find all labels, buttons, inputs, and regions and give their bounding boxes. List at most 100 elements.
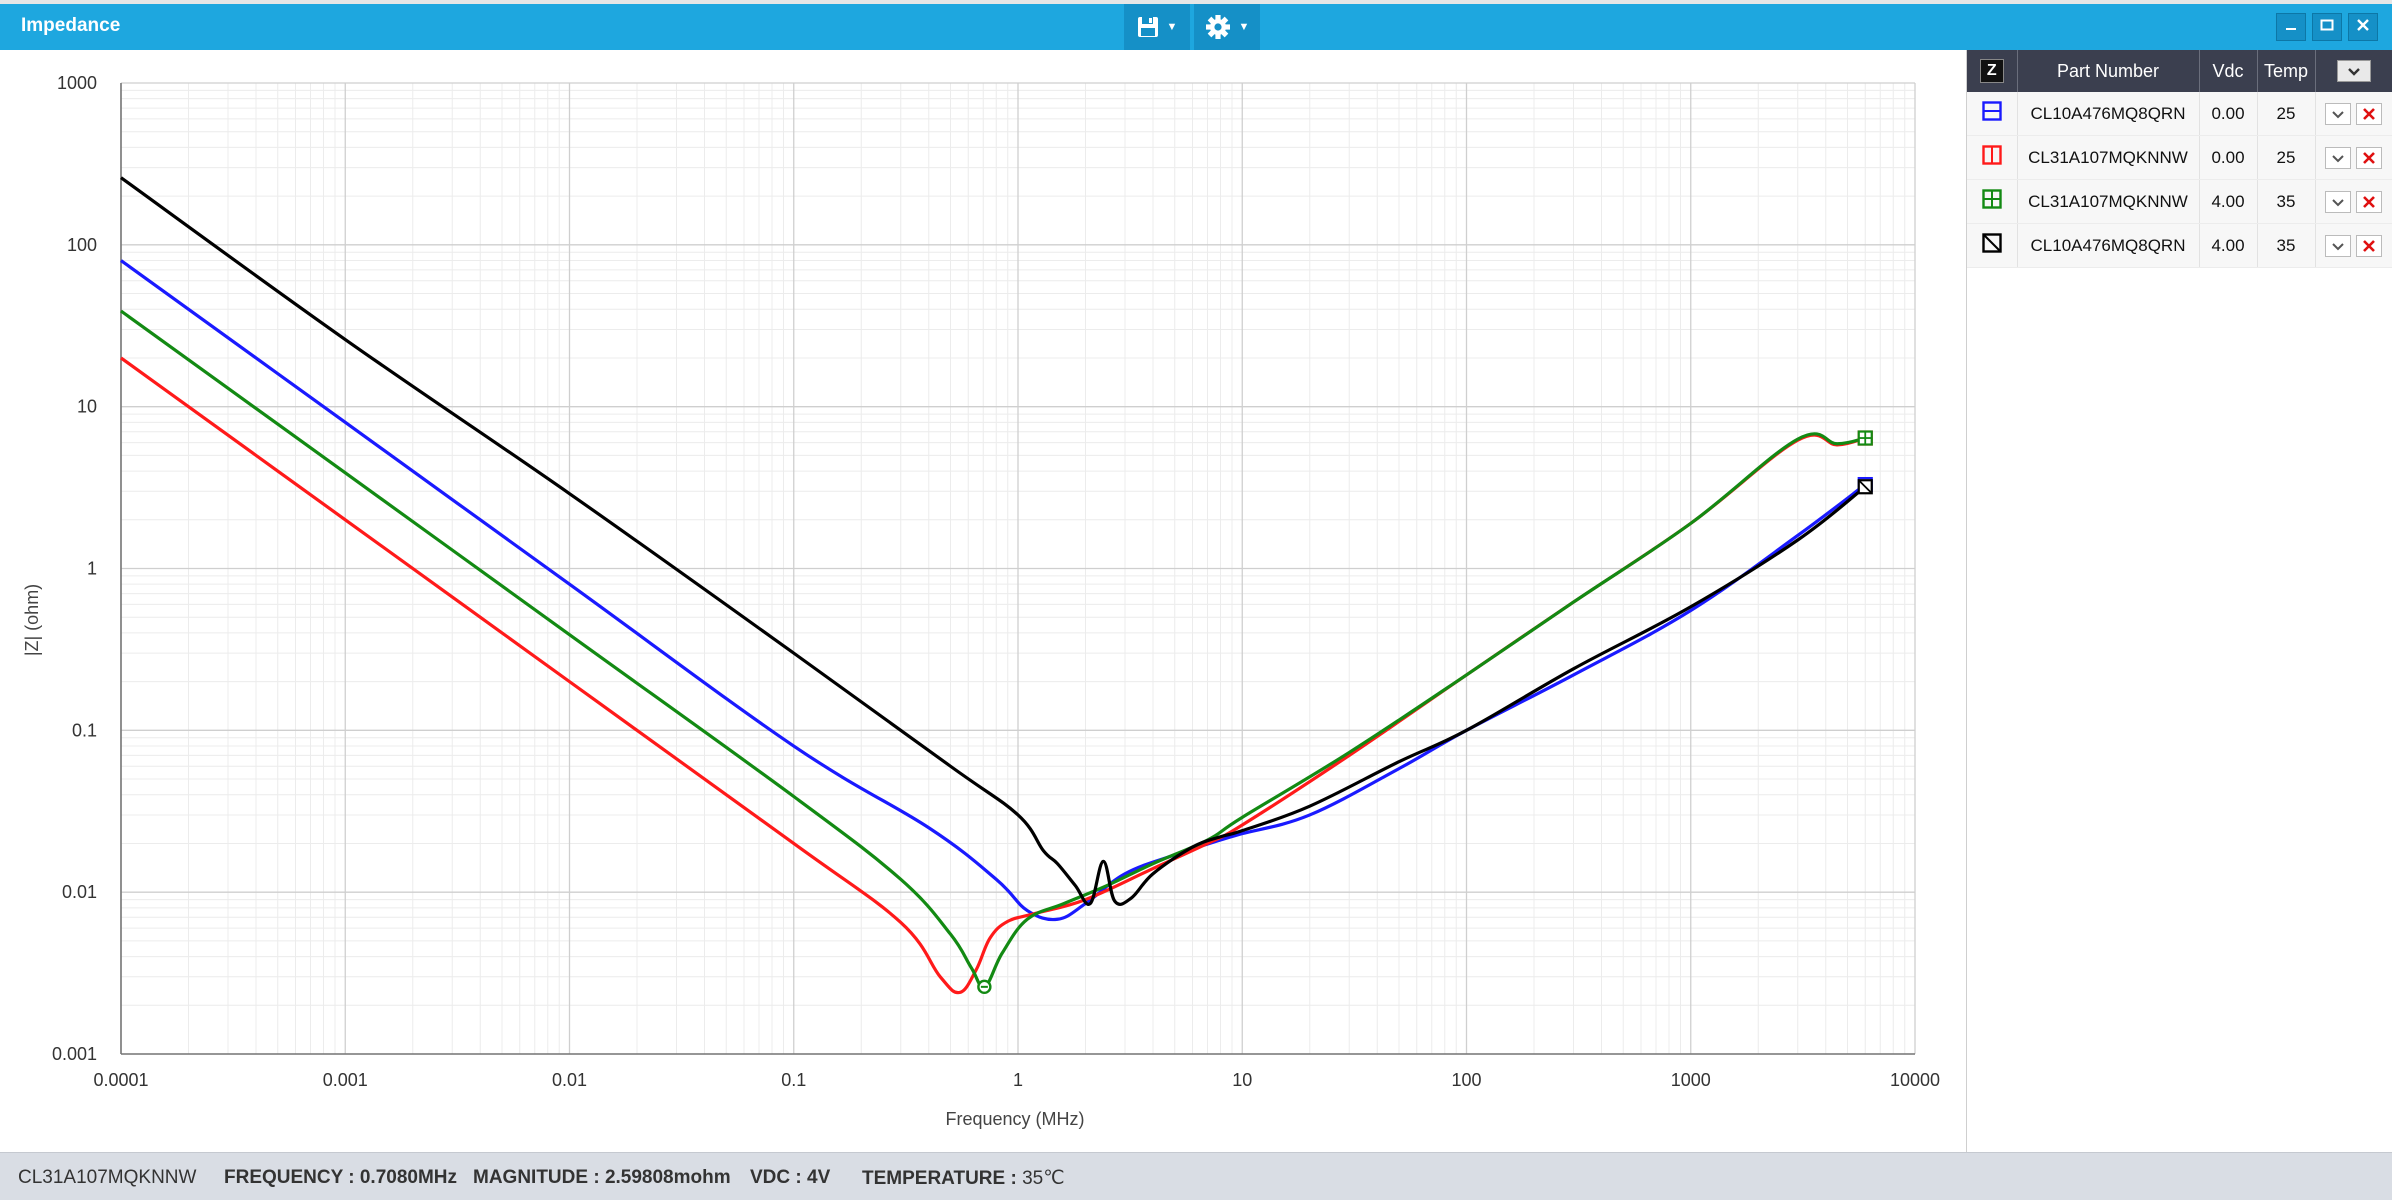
part-row[interactable]: CL31A107MQKNNW 4.00 35: [1967, 179, 2392, 224]
close-icon: [2362, 107, 2375, 120]
x-tick-label: 0.1: [781, 1070, 806, 1090]
status-temperature-value: 35℃: [1022, 1168, 1065, 1189]
status-frequency: FREQUENCY : 0.7080MHz: [224, 1167, 457, 1189]
parts-table-header: Z Part Number Vdc Temp: [1967, 50, 2392, 92]
y-axis-label: |Z| (ohm): [22, 584, 42, 656]
y-tick-label: 100: [67, 235, 97, 255]
vdc-value: 4.00: [2199, 223, 2258, 268]
parts-table: Z Part Number Vdc Temp CL10A476MQ8QRN 0.0…: [1967, 50, 2392, 268]
chevron-down-icon: ▼: [1238, 21, 1250, 33]
close-button[interactable]: [2348, 13, 2378, 41]
save-menu-button[interactable]: ▼: [1124, 4, 1190, 50]
row-actions: [2315, 223, 2392, 268]
x-tick-label: 1000: [1671, 1070, 1711, 1090]
part-row[interactable]: CL10A476MQ8QRN 4.00 35: [1967, 223, 2392, 268]
header-actions: [2315, 50, 2392, 92]
temp-value: 35: [2257, 223, 2316, 268]
series-markers: [977, 430, 1873, 995]
row-dropdown-button[interactable]: [2325, 190, 2352, 213]
part-row[interactable]: CL10A476MQ8QRN 0.00 25: [1967, 92, 2392, 136]
vdc-value: 0.00: [2199, 92, 2258, 136]
x-tick-label: 0.0001: [93, 1070, 148, 1090]
temp-header: Temp: [2257, 50, 2316, 92]
status-part: CL31A107MQKNNW: [18, 1167, 197, 1188]
close-icon: [2362, 239, 2375, 252]
floppy-disk-icon: [1137, 16, 1159, 38]
remove-row-button[interactable]: [2355, 234, 2382, 257]
part-number: CL10A476MQ8QRN: [2017, 92, 2200, 136]
collapse-all-button[interactable]: [2336, 60, 2371, 83]
remove-row-button[interactable]: [2355, 102, 2382, 125]
temp-value: 35: [2257, 179, 2316, 224]
part-number: CL31A107MQKNNW: [2017, 179, 2200, 224]
remove-row-button[interactable]: [2355, 146, 2382, 169]
title-bar: Impedance ▼ ▼: [0, 4, 2392, 50]
temp-value: 25: [2257, 135, 2316, 180]
vdc-header: Vdc: [2199, 50, 2258, 92]
status-magnitude-label: MAGNITUDE :: [473, 1167, 605, 1188]
close-icon: [2362, 151, 2375, 164]
y-tick-label: 10: [77, 397, 97, 417]
series-marker-cell: [1967, 223, 2018, 268]
y-tick-label: 0.01: [62, 882, 97, 902]
z-header: Z: [1967, 50, 2018, 92]
impedance-chart[interactable]: 0.0001 0.001 0.01 0.1 1 10 100 1000 100001000100…: [0, 50, 1966, 1152]
vdc-value: 4.00: [2199, 179, 2258, 224]
series-line: [120, 356, 1866, 995]
window-title: Impedance: [21, 15, 121, 36]
vdc-value: 0.00: [2199, 135, 2258, 180]
part-number: CL10A476MQ8QRN: [2017, 223, 2200, 268]
temp-value: 25: [2257, 92, 2316, 136]
row-actions: [2315, 135, 2392, 180]
y-tick-label: 1: [87, 559, 97, 579]
status-frequency-label: FREQUENCY :: [224, 1167, 360, 1188]
status-bar: CL31A107MQKNNW FREQUENCY : 0.7080MHz MAG…: [0, 1152, 2392, 1200]
x-axis-label: Frequency (MHz): [945, 1109, 1084, 1129]
parts-panel: Z Part Number Vdc Temp CL10A476MQ8QRN 0.0…: [1966, 50, 2392, 1152]
status-magnitude-value: 2.59808mohm: [604, 1167, 731, 1188]
x-tick-label: 0.01: [552, 1070, 587, 1090]
y-tick-label: 0.1: [72, 720, 97, 740]
impedance-chart-area: 0.0001 0.001 0.01 0.1 1 10 100 1000 10000 1000 100…: [0, 50, 1966, 1152]
status-temperature: TEMPERATURE : 35℃: [862, 1167, 1065, 1190]
z-badge: Z: [1979, 59, 2004, 83]
x-tick-label: 10000: [1890, 1070, 1940, 1090]
close-icon: [2355, 17, 2371, 38]
restore-icon: [2319, 17, 2335, 38]
gear-icon: [1205, 14, 1231, 40]
x-tick-label: 10: [1232, 1070, 1252, 1090]
close-icon: [2362, 195, 2375, 208]
minimize-icon: [2283, 17, 2299, 38]
part-number: CL31A107MQKNNW: [2017, 135, 2200, 180]
remove-row-button[interactable]: [2355, 190, 2382, 213]
status-frequency-value: 0.7080MHz: [359, 1167, 458, 1188]
series-line: [120, 176, 1867, 906]
restore-button[interactable]: [2312, 13, 2342, 41]
row-dropdown-button[interactable]: [2325, 234, 2352, 257]
status-vdc-label: VDC :: [750, 1167, 807, 1188]
x-tick-label: 100: [1451, 1070, 1481, 1090]
chevron-down-icon: [2332, 198, 2344, 206]
status-vdc-value: 4V: [807, 1167, 831, 1188]
series-line: [120, 259, 1867, 922]
part-row[interactable]: CL31A107MQKNNW 0.00 25: [1967, 135, 2392, 180]
series-marker-icon: [1982, 101, 2002, 125]
series-marker-cell: [1967, 135, 2018, 180]
chevron-down-icon: [2347, 68, 2360, 76]
row-actions: [2315, 179, 2392, 224]
row-dropdown-button[interactable]: [2325, 146, 2352, 169]
status-temperature-label: TEMPERATURE :: [862, 1168, 1023, 1189]
series-marker-icon: [1982, 145, 2002, 169]
chevron-down-icon: ▼: [1166, 21, 1178, 33]
status-vdc: VDC : 4V: [750, 1167, 830, 1189]
grid-major: [120, 82, 1916, 1055]
status-magnitude: MAGNITUDE : 2.59808mohm: [473, 1167, 731, 1189]
series-marker-cell: [1967, 179, 2018, 224]
chevron-down-icon: [2332, 242, 2344, 250]
series-marker-icon: [1982, 233, 2002, 257]
row-dropdown-button[interactable]: [2325, 102, 2352, 125]
settings-menu-button[interactable]: ▼: [1194, 4, 1260, 50]
minimize-button[interactable]: [2276, 13, 2306, 41]
series-marker-cell: [1967, 92, 2018, 136]
y-tick-label: 0.001: [52, 1044, 97, 1064]
